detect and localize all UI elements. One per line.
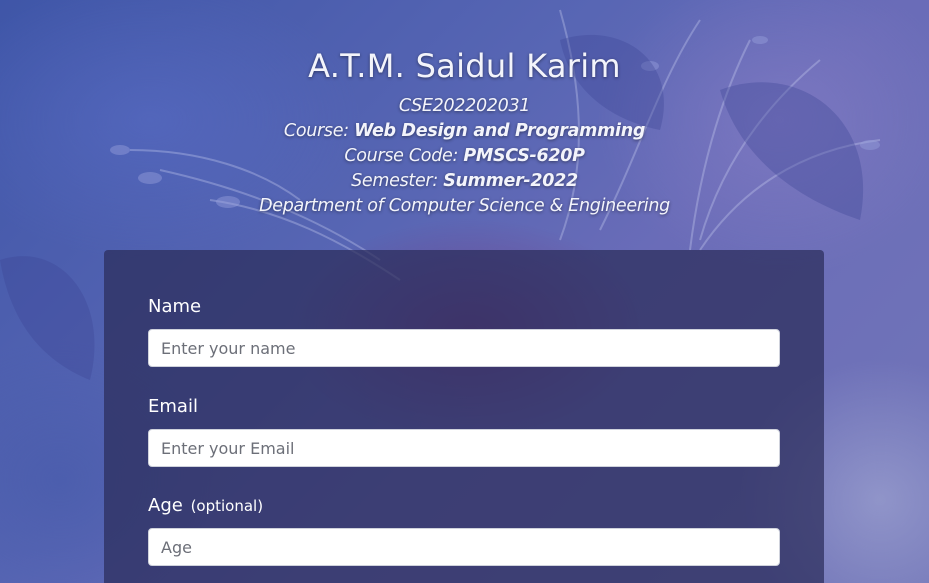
course-code-label: Course Code:: [344, 146, 459, 166]
course-code-line: Course Code: PMSCS-620P: [0, 144, 929, 169]
student-name: A.T.M. Saidul Karim: [308, 47, 621, 85]
course-label: Course:: [283, 121, 349, 141]
semester-value: Summer-2022: [443, 171, 578, 191]
page-header: A.T.M. Saidul Karim CSE202202031 Course:…: [0, 44, 929, 219]
student-id: CSE202202031: [398, 96, 531, 116]
age-label: Age (optional): [148, 494, 780, 518]
email-input[interactable]: [148, 429, 780, 467]
semester-label: Semester:: [351, 171, 438, 191]
course-code-value: PMSCS-620P: [463, 146, 585, 166]
department: Department of Computer Science & Enginee…: [259, 196, 670, 216]
name-input[interactable]: [148, 329, 780, 367]
course-value: Web Design and Programming: [354, 121, 646, 141]
course-line: Course: Web Design and Programming: [0, 119, 929, 144]
age-input[interactable]: [148, 528, 780, 566]
email-label: Email: [148, 396, 198, 417]
name-label: Name: [148, 296, 202, 317]
age-optional-note: (optional): [190, 497, 264, 515]
name-field-group: Name: [148, 295, 780, 367]
age-label-text: Age: [148, 495, 183, 516]
email-field-group: Email: [148, 395, 780, 467]
age-field-group: Age (optional): [148, 494, 780, 566]
form-card: Name Email Age (optional): [104, 250, 824, 583]
semester-line: Semester: Summer-2022: [0, 169, 929, 194]
